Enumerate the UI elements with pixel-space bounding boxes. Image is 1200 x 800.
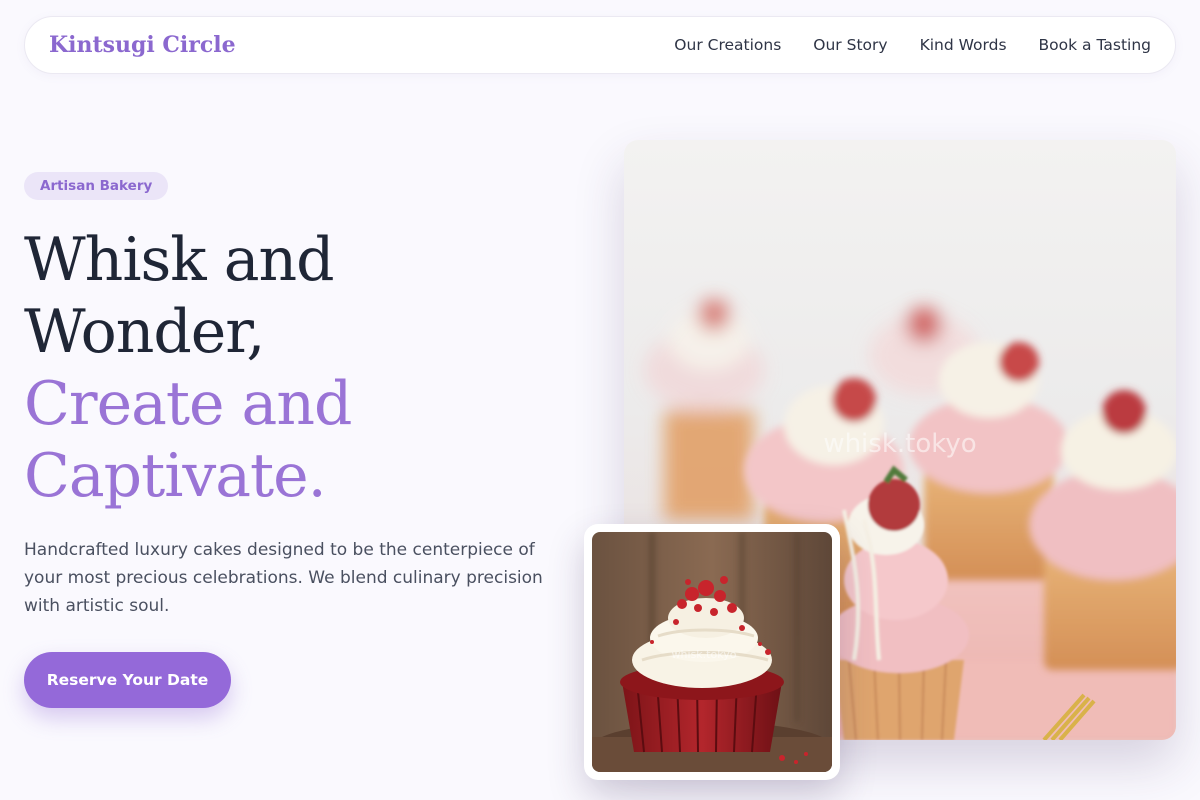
headline-line-3: Create and xyxy=(24,369,352,439)
top-navigation: Kintsugi Circle Our Creations Our Story … xyxy=(24,16,1176,74)
nav-link-our-creations[interactable]: Our Creations xyxy=(674,36,781,54)
nav-link-book-a-tasting[interactable]: Book a Tasting xyxy=(1039,36,1151,54)
main-image-watermark: whisk.tokyo xyxy=(823,429,976,459)
headline-line-1: Whisk and xyxy=(24,225,335,295)
hero-description: Handcrafted luxury cakes designed to be … xyxy=(24,540,543,616)
headline-line-4: Captivate. xyxy=(24,441,327,511)
reserve-date-button[interactable]: Reserve Your Date xyxy=(24,652,231,708)
brand-logo[interactable]: Kintsugi Circle xyxy=(49,32,236,58)
hero-badge: Artisan Bakery xyxy=(24,172,169,200)
nav-link-our-story[interactable]: Our Story xyxy=(813,36,887,54)
hero-headline: Whisk and Wonder, Create and Captivate. xyxy=(24,224,352,512)
inset-image-watermark: whisk.tokyo xyxy=(672,648,737,661)
nav-link-kind-words[interactable]: Kind Words xyxy=(920,36,1007,54)
nav-links: Our Creations Our Story Kind Words Book … xyxy=(674,36,1151,54)
inset-photo-frame: whisk.tokyo xyxy=(584,524,840,780)
headline-line-2: Wonder, xyxy=(24,297,265,367)
red-velvet-cupcake-photo: whisk.tokyo xyxy=(592,532,832,772)
